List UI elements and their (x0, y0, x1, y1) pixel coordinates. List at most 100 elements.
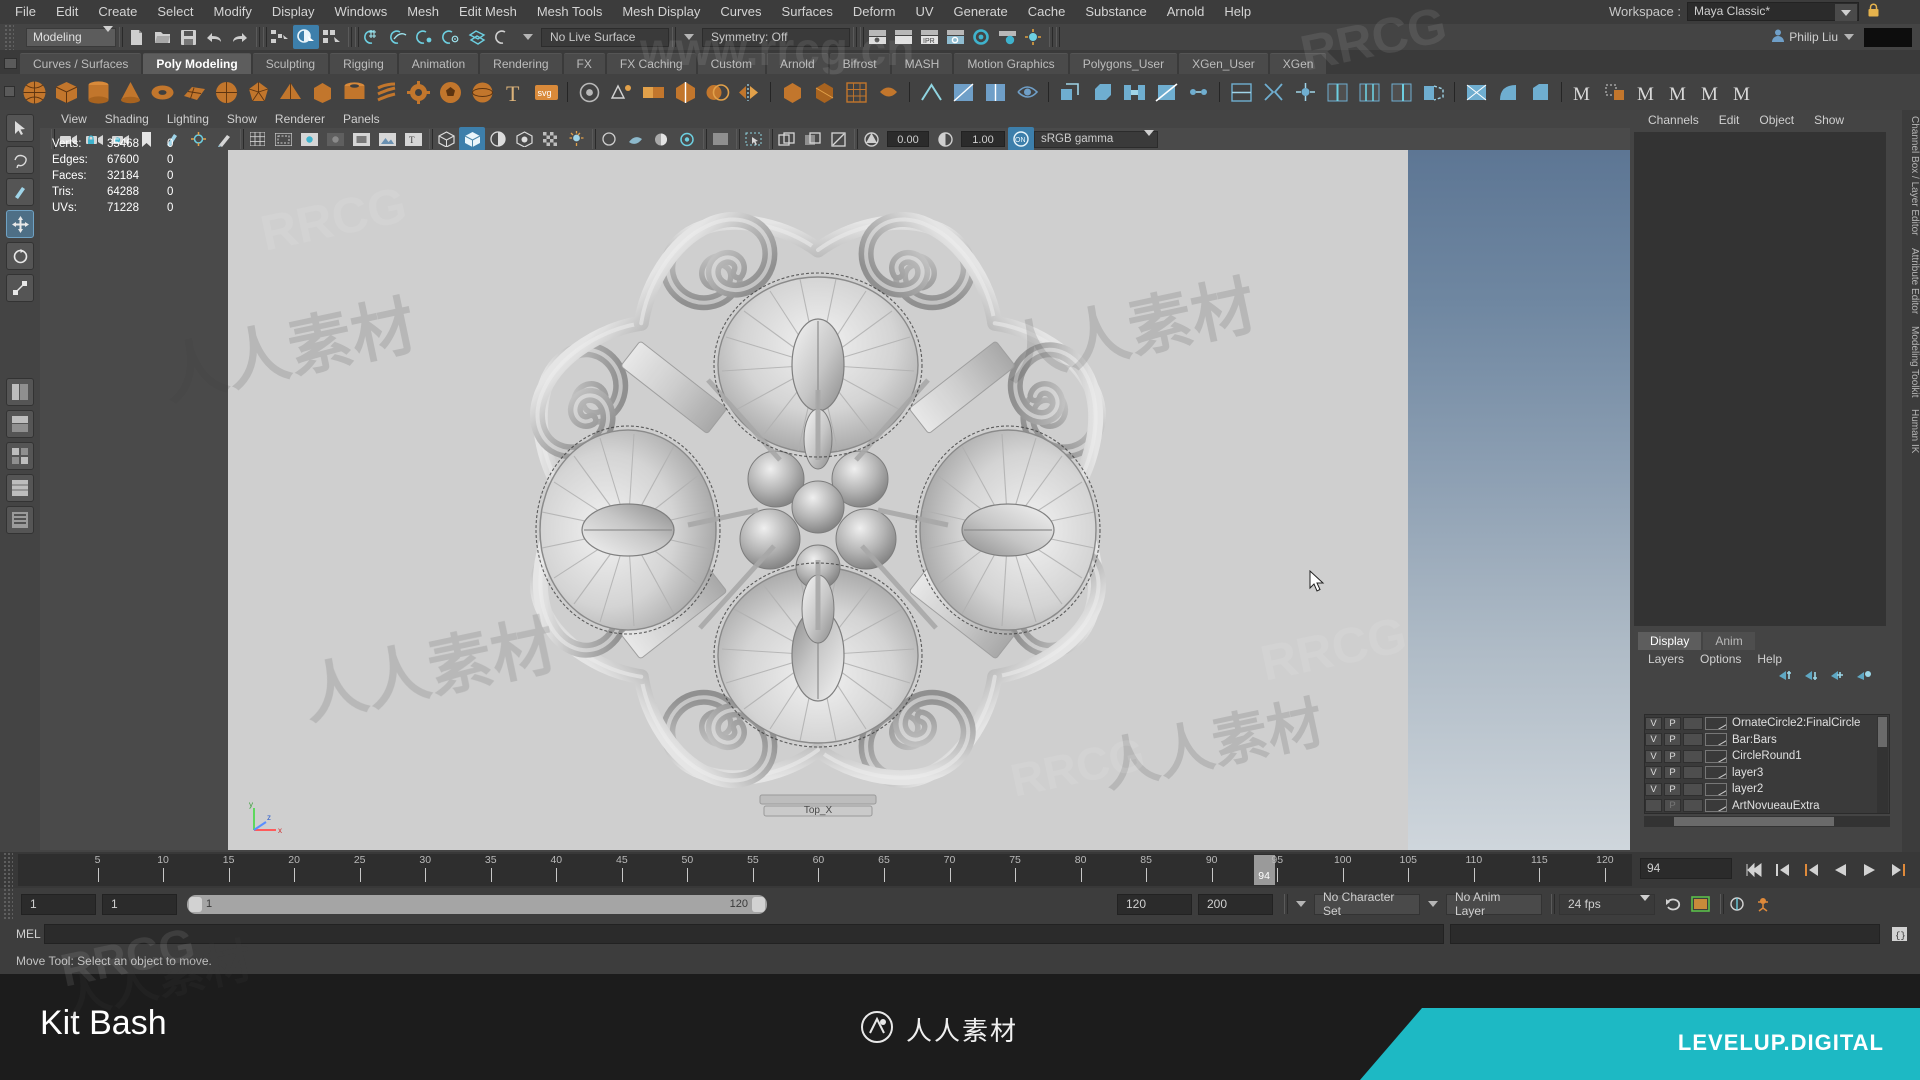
poly-prism-icon[interactable] (307, 77, 337, 107)
menu-edit-mesh[interactable]: Edit Mesh (449, 0, 527, 24)
smooth-shade-icon[interactable] (459, 127, 485, 151)
time-slider-grip[interactable] (3, 852, 13, 888)
shelf-tab-bifrost[interactable]: Bifrost (829, 53, 890, 74)
playback-end-time-field[interactable]: 120 (1117, 893, 1192, 915)
isolate-select-toggle-icon[interactable] (740, 127, 766, 151)
workspace-dropdown[interactable]: Maya Classic* (1687, 2, 1859, 21)
viewport-menu-panels[interactable]: Panels (334, 112, 389, 126)
remesh-icon[interactable] (841, 77, 871, 107)
snap-projected-center-icon[interactable] (437, 25, 463, 49)
menu-windows[interactable]: Windows (324, 0, 397, 24)
layer-color-swatch[interactable] (1705, 782, 1727, 796)
triangulate-icon[interactable] (948, 77, 978, 107)
merge-icon[interactable] (1290, 77, 1320, 107)
anim-layer-field[interactable]: No Anim Layer (1446, 890, 1542, 918)
mirror-icon[interactable] (734, 77, 764, 107)
shelf-tab-arnold[interactable]: Arnold (766, 53, 828, 74)
shaded-wireframe-icon[interactable] (485, 127, 511, 151)
bridge-icon[interactable] (1119, 77, 1149, 107)
fill-hole-icon[interactable] (1012, 77, 1042, 107)
gate-mask-icon[interactable] (322, 127, 348, 151)
range-start-handle[interactable] (189, 896, 202, 912)
bevel-icon[interactable] (1087, 77, 1117, 107)
symmetry-field[interactable]: Symmetry: Off (702, 27, 850, 47)
shelf-tab-rigging[interactable]: Rigging (330, 53, 397, 74)
new-scene-icon[interactable] (123, 25, 149, 49)
outliner-persp-layout[interactable] (6, 378, 34, 406)
shelf-tab-sculpting[interactable]: Sculpting (252, 53, 329, 74)
tab-attribute-editor[interactable]: Attribute Editor (1902, 242, 1920, 320)
isolate-select-icon[interactable] (707, 127, 733, 151)
snap-disable-icon[interactable] (489, 25, 515, 49)
hypershade-icon[interactable] (968, 25, 994, 49)
menu-mesh-display[interactable]: Mesh Display (612, 0, 710, 24)
separate-icon[interactable] (670, 77, 700, 107)
layer-color-swatch[interactable] (1705, 749, 1727, 763)
type-tool-icon[interactable]: T (499, 77, 529, 107)
layer-playback-toggle[interactable]: P (1664, 782, 1681, 796)
exposure-icon[interactable] (858, 127, 884, 151)
multisample-icon[interactable] (648, 127, 674, 151)
xray-icon[interactable] (773, 127, 799, 151)
select-hierarchy-icon[interactable] (267, 25, 293, 49)
live-surface-field[interactable]: No Live Surface (541, 27, 669, 47)
shelf-icon-grip[interactable] (0, 74, 18, 110)
snap-grid-icon[interactable] (359, 25, 385, 49)
wireframe-icon[interactable] (433, 127, 459, 151)
poly-cone-icon[interactable] (115, 77, 145, 107)
move-tool[interactable] (6, 210, 34, 238)
select-tool[interactable] (6, 114, 34, 142)
offset-edge-loop-icon[interactable] (1354, 77, 1384, 107)
multi-cut-icon[interactable] (1151, 77, 1181, 107)
step-forward-keyframe-icon[interactable] (1914, 858, 1920, 882)
play-forwards-icon[interactable] (1856, 858, 1882, 882)
menu-deform[interactable]: Deform (843, 0, 906, 24)
viewport-menu-view[interactable]: View (52, 112, 96, 126)
quadrangulate-icon[interactable] (980, 77, 1010, 107)
crease-icon[interactable] (916, 77, 946, 107)
depth-of-field-icon[interactable] (674, 127, 700, 151)
poke-icon[interactable] (1461, 77, 1491, 107)
reduce-icon[interactable] (809, 77, 839, 107)
m-tool-5-icon[interactable]: M (1728, 77, 1758, 107)
animation-end-time-field[interactable]: 200 (1198, 893, 1273, 915)
render-view-icon[interactable] (864, 25, 890, 49)
move-layer-up-icon[interactable] (1778, 669, 1794, 687)
command-language-label[interactable]: MEL (0, 927, 44, 941)
shelf-tab-xgen[interactable]: XGen (1269, 53, 1327, 74)
menu-file[interactable]: File (5, 0, 46, 24)
save-scene-icon[interactable] (175, 25, 201, 49)
render-current-frame-icon[interactable] (890, 25, 916, 49)
menu-select[interactable]: Select (147, 0, 203, 24)
layer-type-toggle[interactable] (1683, 766, 1703, 780)
playback-start-time-field[interactable]: 1 (102, 893, 177, 915)
detach-icon[interactable] (1258, 77, 1288, 107)
poly-cylinder-icon[interactable] (83, 77, 113, 107)
shelf-grip[interactable] (0, 50, 20, 74)
layer-type-toggle[interactable] (1683, 799, 1703, 813)
grid-icon[interactable] (244, 127, 270, 151)
persp-graph-layout[interactable] (6, 410, 34, 438)
poly-gear-icon[interactable] (403, 77, 433, 107)
layer-name[interactable]: CircleRound1 (1732, 750, 1802, 762)
chevron-down-icon-character-set[interactable] (1288, 892, 1314, 916)
poly-super-ellipse-icon[interactable] (467, 77, 497, 107)
extrude-icon[interactable] (1055, 77, 1085, 107)
chevron-down-icon[interactable] (515, 25, 541, 49)
command-input[interactable] (44, 924, 1444, 944)
paint-select-tool[interactable] (6, 178, 34, 206)
textured-icon[interactable] (511, 127, 537, 151)
tab-channel-box-layer-editor[interactable]: Channel Box / Layer Editor (1902, 110, 1920, 242)
character-set-field[interactable]: No Character Set (1314, 890, 1420, 918)
append-polygon-icon[interactable] (1418, 77, 1448, 107)
range-bar-grip[interactable] (3, 888, 13, 920)
move-layer-down-icon[interactable] (1804, 669, 1820, 687)
range-slider-track[interactable]: 1 120 (187, 894, 767, 914)
step-back-frame-icon[interactable] (1798, 858, 1824, 882)
tab-modeling-toolkit[interactable]: Modeling Toolkit (1902, 320, 1920, 404)
shelf-tab-motion-graphics[interactable]: Motion Graphics (954, 53, 1068, 74)
menu-help[interactable]: Help (1214, 0, 1261, 24)
menu-curves[interactable]: Curves (710, 0, 771, 24)
channel-object-menu[interactable]: Object (1749, 113, 1804, 127)
resolution-gate-icon[interactable] (296, 127, 322, 151)
